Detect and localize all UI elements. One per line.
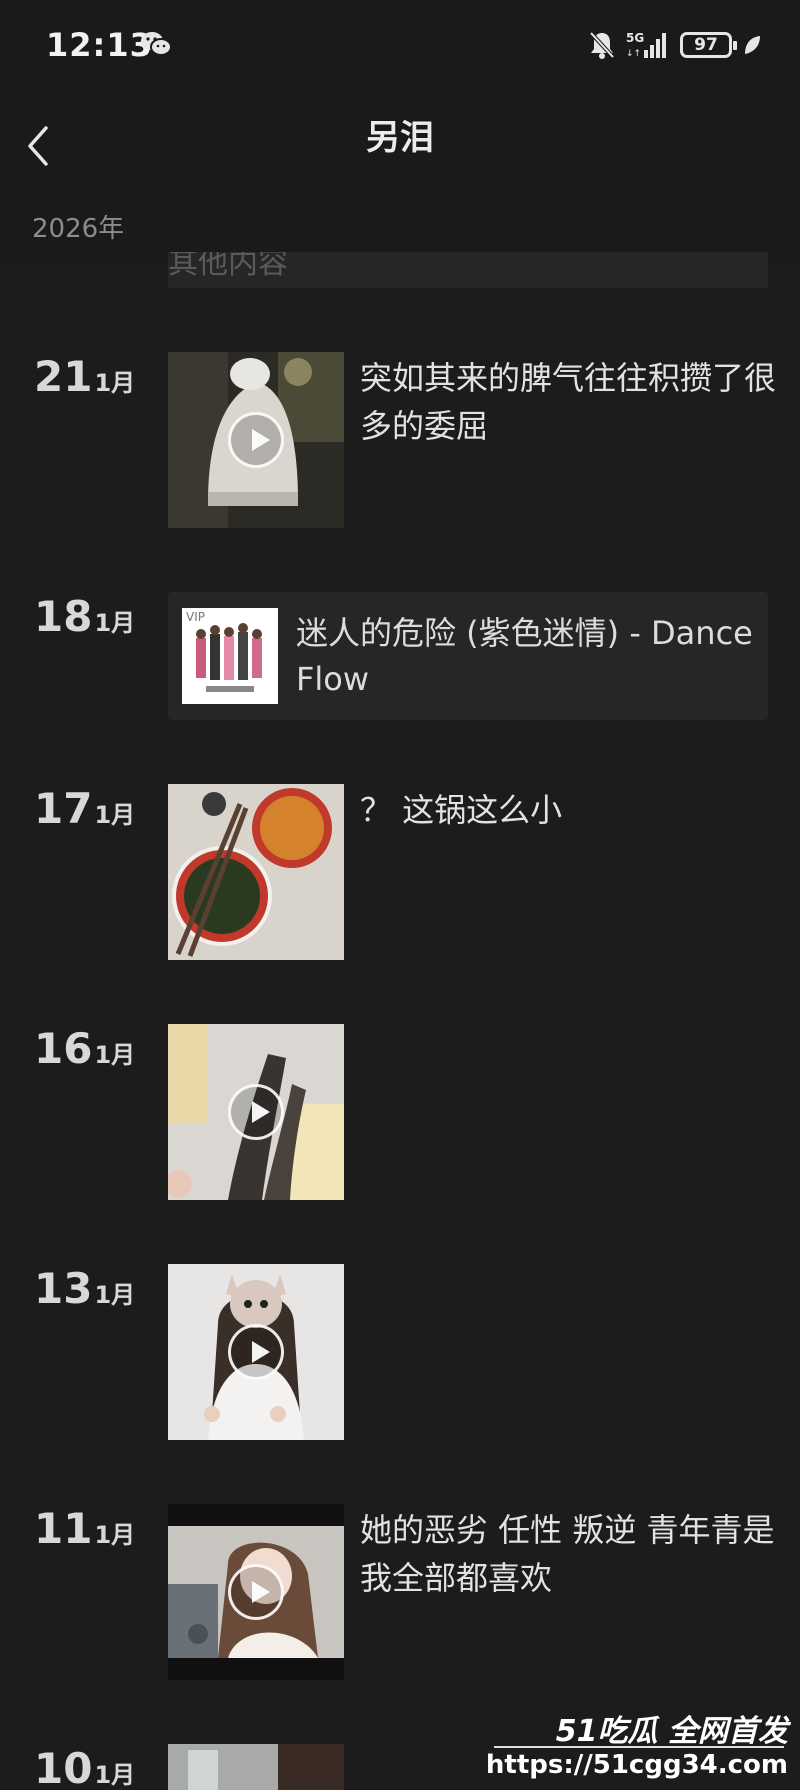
entry-date: 17 1月 xyxy=(34,784,135,833)
nav-bar: 另泪 xyxy=(0,92,800,204)
network-label: 5G xyxy=(626,31,644,45)
date-month: 1月 xyxy=(94,801,136,829)
entry-date: 10 1月 xyxy=(34,1744,135,1790)
post-caption: ？ 这锅这么小 xyxy=(360,791,563,829)
year-label: 2026年 xyxy=(32,214,125,244)
leaf-icon xyxy=(745,36,760,54)
date-month: 1月 xyxy=(94,609,136,637)
video-thumbnail[interactable] xyxy=(168,1024,344,1200)
play-icon xyxy=(228,1324,284,1380)
date-day: 13 xyxy=(34,1264,93,1313)
wechat-icon xyxy=(141,32,172,56)
play-icon xyxy=(228,1564,284,1620)
date-day: 10 xyxy=(34,1744,93,1790)
video-thumbnail[interactable] xyxy=(168,1264,344,1440)
date-month: 1月 xyxy=(94,1281,136,1309)
entry-date: 18 1月 xyxy=(34,592,135,641)
image-thumbnail[interactable] xyxy=(168,784,344,960)
music-share-card[interactable]: VIP 迷人的危险 (紫色迷情) - Dance Flow xyxy=(168,592,768,720)
entry-date: 21 1月 xyxy=(34,352,135,401)
mute-bell-icon xyxy=(589,31,615,59)
status-time: 12:13 xyxy=(46,26,153,64)
watermark-brand: 51吃瓜 全网首发 xyxy=(555,1714,788,1749)
status-bar: 12:13 5G ↓↑ 97 xyxy=(0,0,800,92)
date-month: 1月 xyxy=(94,369,136,397)
status-icons: 5G ↓↑ 97 xyxy=(588,28,762,62)
thumbnail-image xyxy=(168,784,344,960)
play-icon xyxy=(228,1084,284,1140)
signal-icon: 5G ↓↑ xyxy=(626,31,666,59)
watermark: 51吃瓜 全网首发 https://51cgg34.com xyxy=(486,1706,794,1790)
entry-date: 13 1月 xyxy=(34,1264,135,1313)
watermark-divider xyxy=(494,1746,784,1748)
play-icon xyxy=(228,412,284,468)
post-caption: 突如其来的脾气往往积攒了很多的委屈 xyxy=(360,359,777,445)
date-month: 1月 xyxy=(94,1761,136,1789)
post-caption: 她的恶劣 任性 叛逆 青年青是我全部都喜欢 xyxy=(360,1511,775,1597)
entry-date: 16 1月 xyxy=(34,1024,135,1073)
page-title: 另泪 xyxy=(366,118,434,158)
date-month: 1月 xyxy=(94,1041,136,1069)
entry-date: 11 1月 xyxy=(34,1504,135,1553)
album-cover: VIP xyxy=(182,608,278,704)
date-day: 16 xyxy=(34,1024,93,1073)
video-thumbnail[interactable] xyxy=(168,352,344,528)
partial-post-caption: 其他内容 xyxy=(168,252,288,281)
date-day: 17 xyxy=(34,784,93,833)
vip-badge: VIP xyxy=(186,610,205,624)
date-month: 1月 xyxy=(94,1521,136,1549)
partial-post-card[interactable]: 其他内容 xyxy=(168,252,768,288)
date-day: 21 xyxy=(34,352,93,401)
battery-icon: 97 xyxy=(680,32,737,58)
watermark-url: https://51cgg34.com xyxy=(485,1750,788,1780)
video-thumbnail[interactable] xyxy=(168,1504,344,1680)
date-day: 11 xyxy=(34,1504,93,1553)
image-thumbnail[interactable] xyxy=(168,1744,344,1790)
date-day: 18 xyxy=(34,592,93,641)
thumbnail-image xyxy=(168,1744,344,1790)
music-title: 迷人的危险 (紫色迷情) - Dance Flow xyxy=(296,614,753,698)
svg-text:↓↑: ↓↑ xyxy=(626,49,641,59)
